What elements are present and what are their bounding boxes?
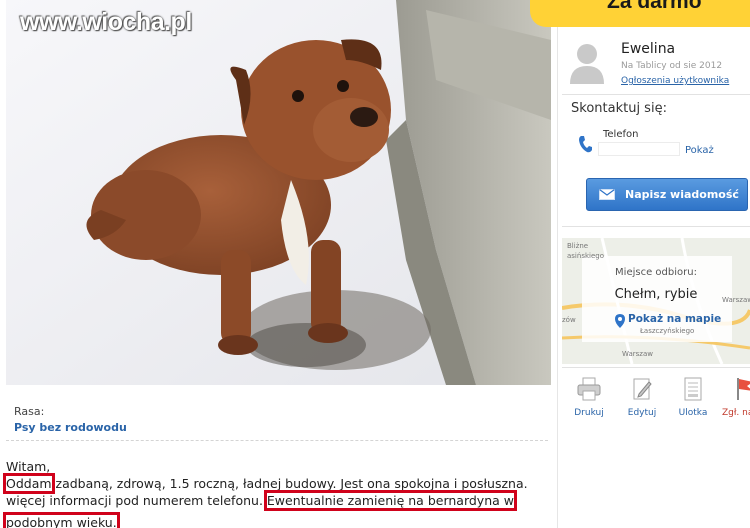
phone-icon: [579, 136, 592, 153]
map-label-laszczynskiego: Łaszczyńskiego: [640, 327, 695, 335]
edit-icon: [633, 378, 652, 400]
sidebar-separator: [562, 94, 750, 95]
flyer-label: Ulotka: [678, 408, 708, 418]
contact-title: Skontaktuj się:: [571, 101, 667, 116]
description-line-3-text: więcej informacji pod numerem telefonu.: [6, 493, 267, 508]
breed-value-link[interactable]: Psy bez rodowodu: [14, 421, 127, 434]
watermark-text: www.wiocha.pl: [20, 8, 192, 36]
ad-tools: Drukuj Edytuj Ulotka Zgł. narusz: [562, 376, 750, 436]
description-line-3: więcej informacji pod numerem telefonu. …: [6, 490, 517, 511]
show-phone-link[interactable]: Pokaż: [685, 145, 714, 156]
show-on-map-link[interactable]: Pokaż na mapie: [614, 313, 721, 325]
highlight-similar-age: podobnym wieku.: [3, 512, 120, 528]
section-divider: [6, 440, 548, 441]
breed-label: Rasa:: [14, 405, 45, 418]
show-on-map-label: Pokaż na mapie: [628, 313, 722, 325]
pickup-city: Chełm, rybie: [614, 287, 698, 302]
printer-icon: [577, 377, 601, 401]
sidebar-divider: [557, 0, 558, 528]
flag-icon: [737, 378, 750, 400]
envelope-icon: [599, 189, 615, 200]
seller-name: Ewelina: [621, 41, 676, 57]
seller-member-since: Na Tablicy od sie 2012: [621, 61, 723, 71]
description-line-2: Oddam zadbaną, zdrową, 1.5 roczną, ładne…: [3, 473, 528, 494]
edit-label: Edytuj: [627, 408, 657, 418]
send-message-label: Napisz wiadomość: [625, 188, 739, 201]
highlight-exchange: Ewentualnie zamienię na bernardyna w: [263, 490, 517, 511]
phone-number-hidden: [598, 142, 680, 156]
flyer-button[interactable]: Ulotka: [670, 376, 716, 418]
description-line-2-text: zadbaną, zdrową, 1.5 roczną, ładnej budo…: [51, 476, 528, 491]
print-label: Drukuj: [574, 408, 604, 418]
send-message-button[interactable]: Napisz wiadomość: [586, 178, 748, 211]
map-label-warszaw-bottom: Warszaw: [622, 350, 653, 358]
price-text: Za darmo: [607, 0, 702, 13]
phone-label: Telefon: [603, 129, 639, 140]
map-label-blizne: Bliżne: [567, 242, 589, 250]
description-line-4: podobnym wieku.: [3, 512, 120, 528]
print-button[interactable]: Drukuj: [566, 376, 612, 418]
pickup-label: Miejsce odbioru:: [615, 267, 697, 278]
listing-photo[interactable]: www.wiocha.pl: [6, 0, 551, 385]
map-label-zow: zów: [562, 316, 576, 324]
sidebar-separator: [562, 226, 750, 227]
sidebar-separator: [562, 367, 750, 368]
dog-photo: [6, 0, 551, 385]
map-label-asinskiego: asińskiego: [567, 252, 604, 260]
user-avatar-icon: [570, 44, 604, 84]
edit-button[interactable]: Edytuj: [619, 376, 665, 418]
description-greeting: Witam,: [6, 459, 51, 474]
seller-ads-link[interactable]: Ogłoszenia użytkownika: [621, 76, 729, 86]
report-button[interactable]: Zgł. narusz: [722, 376, 750, 418]
report-label: Zgł. narusz: [722, 408, 750, 418]
highlight-oddam: Oddam: [3, 473, 55, 494]
price-banner: Za darmo: [530, 0, 750, 27]
flyer-icon: [684, 377, 702, 401]
